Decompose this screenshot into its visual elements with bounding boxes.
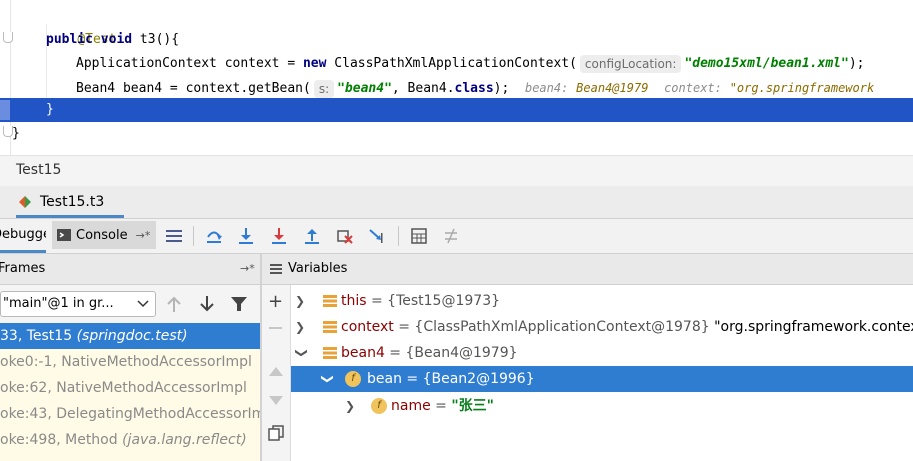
filter-icon[interactable] bbox=[230, 295, 248, 317]
code-editor[interactable]: @Test public void t3(){ ApplicationConte… bbox=[0, 0, 913, 155]
console-icon bbox=[57, 229, 71, 241]
thread-selector[interactable]: "main"@1 in gr... bbox=[0, 291, 156, 317]
step-out-icon[interactable] bbox=[302, 226, 322, 246]
local-variable-icon bbox=[323, 321, 337, 333]
fold-marker[interactable] bbox=[3, 32, 13, 43]
pin-icon[interactable]: →* bbox=[136, 229, 151, 242]
inline-debug-name: context: bbox=[664, 81, 722, 95]
code-line-5[interactable]: } bbox=[46, 98, 54, 122]
field-icon: f bbox=[345, 371, 361, 387]
frame-row[interactable]: oke0:-1, NativeMethodAccessorImpl bbox=[0, 349, 260, 375]
run-config-icon bbox=[19, 196, 31, 208]
tab-console[interactable]: Console →* bbox=[52, 221, 156, 249]
debug-toolbar: Debugger Console →* bbox=[0, 219, 913, 254]
execution-point-marker bbox=[0, 100, 10, 120]
local-variable-icon bbox=[323, 347, 337, 359]
code-line-2[interactable]: public void t3(){ bbox=[46, 28, 179, 52]
tab-debugger[interactable]: Debugger bbox=[0, 219, 46, 253]
code-line-6[interactable]: } bbox=[12, 122, 20, 146]
parameter-hint: s: bbox=[313, 79, 335, 98]
pin-icon[interactable]: →* bbox=[240, 262, 255, 275]
frame-row[interactable]: oke:43, DelegatingMethodAccessorImpl bbox=[0, 401, 260, 427]
inline-debug-value: Bean4@1979 bbox=[576, 81, 649, 95]
inline-debug-name: bean4: bbox=[524, 81, 569, 95]
trace-icon[interactable] bbox=[441, 226, 461, 246]
parameter-hint: configLocation: bbox=[579, 54, 682, 73]
variable-row-bean[interactable]: ❮ f bean = {Bean2@1996} bbox=[291, 366, 913, 392]
force-step-into-icon[interactable] bbox=[269, 226, 289, 246]
down-arrow-icon[interactable] bbox=[199, 295, 215, 317]
frame-row[interactable]: oke:498, Method (java.lang.reflect) bbox=[0, 427, 260, 453]
frames-list: 33, Test15 (springdoc.test) oke0:-1, Nat… bbox=[0, 323, 260, 461]
variable-row-context[interactable]: ❯ context = {ClassPathXmlApplicationCont… bbox=[291, 314, 913, 340]
variable-row-bean4[interactable]: ❮ bean4 = {Bean4@1979} bbox=[291, 340, 913, 366]
move-up-icon[interactable] bbox=[268, 365, 284, 377]
frame-row[interactable]: 33, Test15 (springdoc.test) bbox=[0, 323, 260, 349]
execution-point-line[interactable] bbox=[0, 98, 913, 122]
step-over-icon[interactable] bbox=[204, 226, 224, 246]
debug-tab-bar: Test15.t3 bbox=[0, 186, 913, 219]
copy-icon[interactable] bbox=[268, 425, 284, 441]
evaluate-expression-icon[interactable] bbox=[409, 226, 429, 246]
variables-side-toolbar: + bbox=[262, 285, 291, 461]
frame-row[interactable]: oke:62, NativeMethodAccessorImpl bbox=[0, 375, 260, 401]
remove-watch-icon[interactable] bbox=[269, 327, 282, 329]
variables-panel-header: Variables bbox=[262, 254, 913, 285]
code-line-1[interactable]: @Test bbox=[46, 4, 116, 47]
run-to-cursor-icon[interactable] bbox=[367, 226, 387, 246]
move-down-icon[interactable] bbox=[268, 395, 284, 407]
frames-toolbar: "main"@1 in gr... bbox=[0, 285, 260, 323]
variable-row-name[interactable]: ❯ f name = "张三" bbox=[291, 393, 913, 419]
chevron-right-icon[interactable]: ❯ bbox=[293, 314, 307, 340]
field-icon: f bbox=[371, 398, 387, 414]
chevron-down-icon[interactable]: ❮ bbox=[291, 346, 313, 360]
frames-panel-header: Frames →* bbox=[0, 254, 260, 285]
variable-row-this[interactable]: ❯ this = {Test15@1973} bbox=[291, 288, 913, 314]
code-line-3[interactable]: ApplicationContext context = new ClassPa… bbox=[76, 52, 864, 76]
step-into-icon[interactable] bbox=[236, 226, 256, 246]
menu-lines-icon[interactable] bbox=[164, 226, 184, 246]
breadcrumb-item[interactable]: Test15 bbox=[16, 162, 61, 178]
chevron-down-icon[interactable]: ❮ bbox=[313, 372, 339, 386]
tab-test15-t3[interactable]: Test15.t3 bbox=[16, 186, 124, 218]
code-line-4[interactable]: Bean4 bean4 = context.getBean(s: "bean4",… bbox=[76, 76, 874, 100]
inline-debug-value: "org.springframework bbox=[729, 81, 875, 95]
chevron-right-icon[interactable]: ❯ bbox=[343, 393, 357, 419]
local-variable-icon bbox=[323, 295, 337, 307]
chevron-down-icon bbox=[137, 300, 149, 308]
variables-tree: ❯ this = {Test15@1973} ❯ context = {Clas… bbox=[291, 285, 913, 461]
chevron-right-icon[interactable]: ❯ bbox=[293, 288, 307, 314]
breadcrumb: Test15 bbox=[0, 155, 913, 187]
add-watch-icon[interactable]: + bbox=[268, 293, 283, 311]
variables-icon bbox=[270, 264, 282, 274]
drop-frame-icon[interactable] bbox=[335, 226, 355, 246]
up-arrow-icon[interactable] bbox=[166, 295, 182, 317]
